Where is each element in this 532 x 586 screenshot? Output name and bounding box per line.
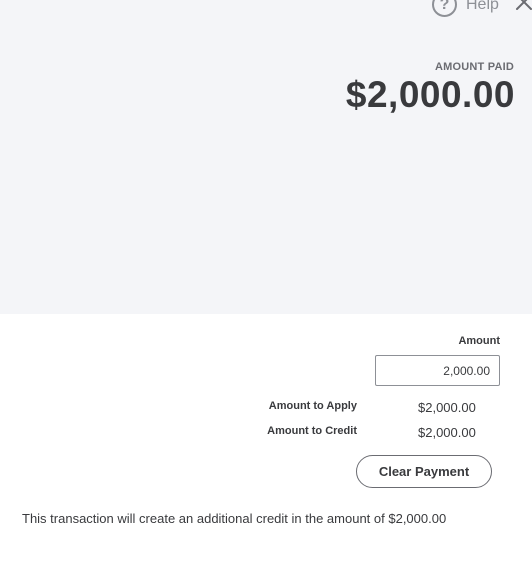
amount-to-apply-label: Amount to Apply <box>268 400 357 412</box>
amount-paid-label: AMOUNT PAID <box>435 61 514 73</box>
amount-to-credit-label: Amount to Credit <box>267 425 357 437</box>
amount-input[interactable] <box>375 355 500 386</box>
amount-to-credit-value: $2,000.00 <box>418 425 476 440</box>
help-link[interactable]: ? Help <box>432 0 499 17</box>
amount-paid-value: $2,000.00 <box>345 74 515 115</box>
amount-to-apply-value: $2,000.00 <box>418 400 476 415</box>
credit-message: This transaction will create an addition… <box>22 511 447 526</box>
help-circle-icon: ? <box>432 0 457 17</box>
help-label: Help <box>466 0 499 13</box>
amount-label: Amount <box>458 335 500 347</box>
close-icon[interactable] <box>514 0 532 12</box>
clear-payment-button[interactable]: Clear Payment <box>356 455 492 488</box>
receive-payment-page: ? Help AMOUNT PAID $2,000.00 Amount Amou… <box>0 0 532 586</box>
amount-summary-panel: ? Help AMOUNT PAID $2,000.00 <box>0 0 532 314</box>
